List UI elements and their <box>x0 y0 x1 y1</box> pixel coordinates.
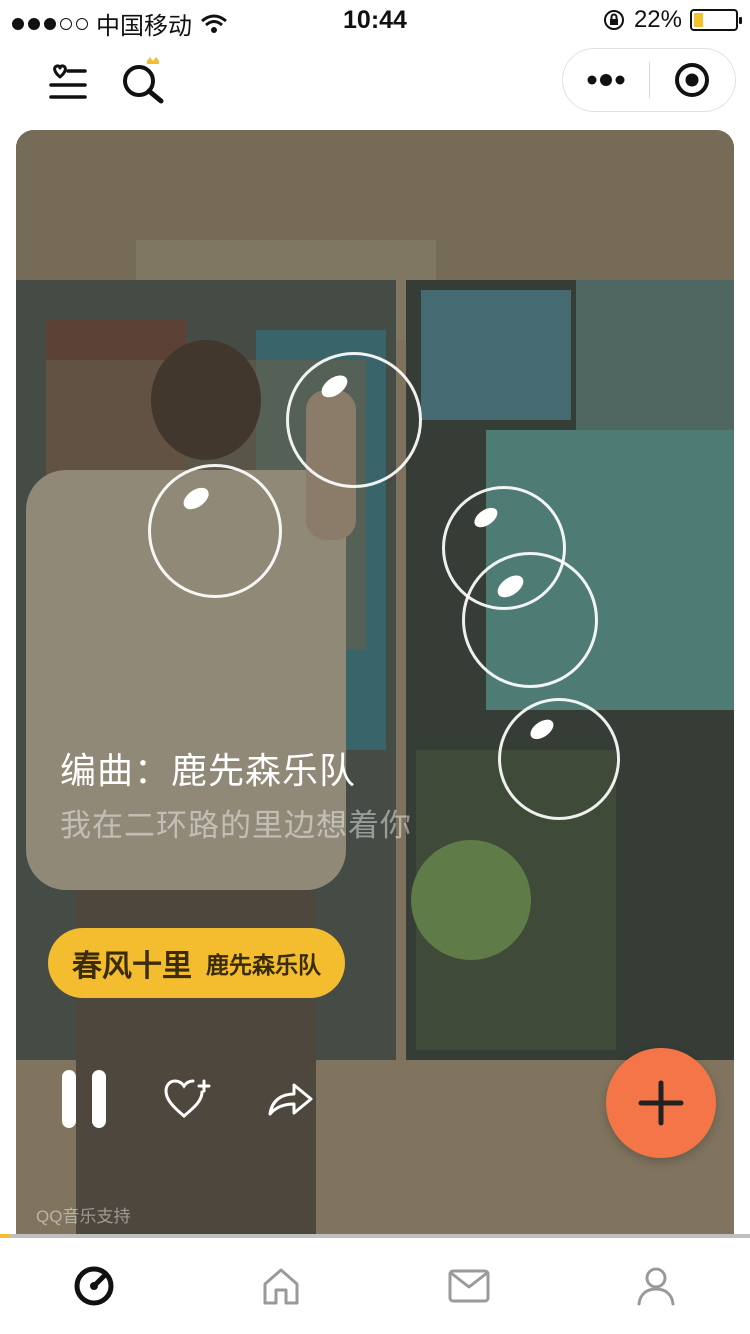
qq-music-credit: QQ音乐支持 <box>36 1207 131 1226</box>
current-lyric-line: 我在二环路的里边想着你 <box>60 808 412 843</box>
like-button[interactable] <box>164 1078 212 1125</box>
more-icon <box>587 74 625 86</box>
share-button[interactable] <box>268 1080 314 1123</box>
navigation-bar <box>0 40 750 128</box>
battery-icon <box>690 9 742 31</box>
bottom-tab-bar <box>0 1238 750 1334</box>
bubble <box>498 698 620 820</box>
home-icon <box>263 1268 299 1305</box>
disc-icon <box>74 1266 114 1306</box>
player-card[interactable]: 编曲：鹿先森乐队 我在二环路的里边想着你 春风十里 鹿先森乐队 QQ音乐支持 <box>16 130 734 1234</box>
rotation-lock-icon <box>603 10 624 30</box>
bubble <box>148 464 282 598</box>
song-title: 春风十里 <box>72 950 192 983</box>
search-icon <box>123 57 164 104</box>
close-mini-program-button[interactable] <box>650 49 736 111</box>
pause-button[interactable] <box>60 1068 108 1135</box>
tab-home[interactable] <box>188 1238 376 1334</box>
tab-discover[interactable] <box>0 1238 188 1334</box>
user-icon <box>637 1267 675 1306</box>
mail-icon <box>448 1269 490 1303</box>
song-artist: 鹿先森乐队 <box>206 952 321 978</box>
battery-level <box>694 13 703 27</box>
heart-add-icon <box>164 1079 211 1118</box>
more-button[interactable] <box>563 49 649 111</box>
status-right: 22% <box>602 6 742 34</box>
favorites-list-button[interactable] <box>44 58 92 106</box>
bubble <box>286 352 422 488</box>
status-bar: 中国移动 10:44 22% <box>0 0 750 40</box>
song-info-pill[interactable]: 春风十里 鹿先森乐队 <box>48 928 345 998</box>
battery-percent: 22% <box>633 6 682 33</box>
arranger-credit-line: 编曲：鹿先森乐队 <box>60 750 357 791</box>
mini-program-capsule <box>562 48 736 112</box>
plus-icon <box>638 1080 684 1126</box>
tab-profile[interactable] <box>563 1238 750 1334</box>
target-icon <box>675 63 710 97</box>
favorites-list-icon <box>49 64 87 99</box>
bubble <box>462 552 598 688</box>
share-arrow-icon <box>268 1083 313 1116</box>
add-button[interactable] <box>606 1048 716 1158</box>
playback-controls <box>60 1068 314 1135</box>
search-button[interactable] <box>118 54 170 106</box>
pause-icon <box>62 1070 106 1128</box>
tab-messages[interactable] <box>375 1238 563 1334</box>
